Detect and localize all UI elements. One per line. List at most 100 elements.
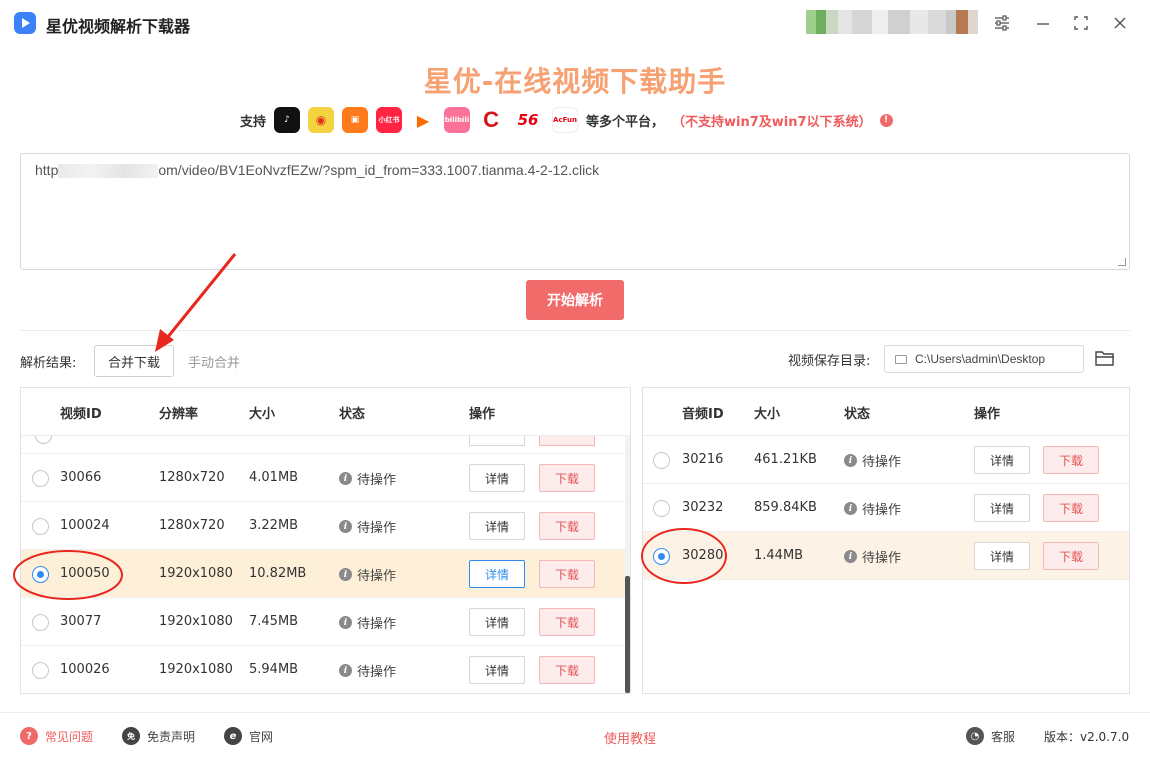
close-icon[interactable] [1107, 10, 1133, 36]
row-radio[interactable] [32, 662, 49, 679]
download-button[interactable]: 下载 [539, 464, 595, 492]
video-id: 100026 [60, 662, 110, 677]
tencent-video-icon: ▶ [410, 107, 437, 133]
status-text: 待操作 [357, 521, 397, 536]
video-id: 30066 [60, 470, 102, 485]
folder-icon [895, 354, 907, 364]
detail-button[interactable]: 详情 [469, 608, 525, 636]
info-icon: i [339, 472, 352, 485]
detail-button[interactable]: 详情 [469, 656, 525, 684]
download-button[interactable]: 下载 [539, 512, 595, 540]
table-row[interactable]: 30280 1.44MB i 待操作 详情 下载 [643, 532, 1129, 580]
file-size: 461.21KB [754, 452, 817, 467]
open-folder-icon[interactable] [1094, 348, 1116, 368]
col-actions: 操作 [974, 407, 1001, 422]
app-logo-icon [14, 12, 36, 34]
settings-sliders-icon[interactable] [989, 10, 1015, 36]
file-size: 3.22MB [249, 518, 299, 533]
maximize-icon[interactable] [1068, 10, 1094, 36]
info-icon: i [844, 550, 857, 563]
merge-download-button[interactable]: 合并下载 [94, 345, 174, 377]
download-button[interactable]: 下载 [1043, 446, 1099, 474]
status-text: 待操作 [862, 551, 902, 566]
row-radio[interactable] [32, 566, 49, 583]
download-button[interactable]: 下载 [539, 608, 595, 636]
question-icon: ? [20, 727, 38, 745]
row-radio[interactable] [653, 452, 670, 469]
detail-button[interactable]: 详情 [974, 494, 1030, 522]
file-size: 10.82MB [249, 566, 307, 581]
customer-service-link[interactable]: ◔ 客服 [966, 727, 1015, 745]
download-button[interactable]: 下载 [1043, 494, 1099, 522]
download-button[interactable]: 下载 [539, 656, 595, 684]
status-text: 待操作 [862, 503, 902, 518]
download-button[interactable]: 下载 [1043, 542, 1099, 570]
website-label: 官网 [249, 729, 274, 744]
col-video-id: 视频ID [60, 407, 102, 422]
table-row[interactable]: 100050 1920x1080 10.82MB i 待操作 详情 下载 [21, 550, 630, 598]
manual-merge-tab[interactable]: 手动合并 [188, 352, 240, 371]
resize-grip-icon[interactable] [1118, 258, 1126, 266]
status: i 待操作 [844, 547, 901, 566]
tutorial-link[interactable]: 使用教程 [604, 728, 656, 747]
service-label: 客服 [991, 729, 1016, 744]
footer-divider [0, 712, 1150, 713]
title-bar: 星优视频解析下载器 [0, 0, 1150, 46]
table-row[interactable]: 30216 461.21KB i 待操作 详情 下载 [643, 436, 1129, 484]
disclaimer-label: 免责声明 [147, 729, 196, 744]
app-title: 星优视频解析下载器 [46, 17, 191, 36]
table-row[interactable]: 100024 1280x720 3.22MB i 待操作 详情 下载 [21, 502, 630, 550]
detail-button[interactable]: 详情 [974, 446, 1030, 474]
detail-button[interactable]: 详情 [469, 464, 525, 492]
url-redacted [58, 164, 159, 179]
download-button[interactable]: 下载 [539, 560, 595, 588]
minimize-icon[interactable] [1030, 10, 1056, 36]
resolution: 1920x1080 [159, 662, 233, 677]
video-table-scrollbar[interactable] [625, 436, 630, 693]
row-radio[interactable] [32, 518, 49, 535]
user-avatar[interactable] [806, 10, 978, 34]
status: i 待操作 [339, 565, 396, 584]
info-icon: i [339, 520, 352, 533]
status: i 待操作 [844, 499, 901, 518]
file-size: 1.44MB [754, 548, 804, 563]
detail-button[interactable]: 详情 [469, 512, 525, 540]
status-text: 待操作 [357, 569, 397, 584]
start-parse-button[interactable]: 开始解析 [526, 280, 624, 320]
faq-link[interactable]: ? 常见问题 [20, 727, 93, 745]
info-icon[interactable]: ! [879, 113, 893, 127]
row-radio[interactable] [32, 614, 49, 631]
detail-button[interactable]: 详情 [974, 542, 1030, 570]
row-radio[interactable] [653, 500, 670, 517]
status-text: 待操作 [357, 473, 397, 488]
url-input[interactable]: http om/video/BV1EoNvzfEZw/?spm_id_from=3… [20, 153, 1130, 270]
page-headline: 星优-在线视频下载助手 [423, 65, 727, 98]
disclaimer-link[interactable]: 免 免责声明 [122, 727, 195, 745]
row-radio[interactable] [32, 470, 49, 487]
col-status: 状态 [339, 407, 366, 422]
save-dir-field[interactable]: C:\Users\admin\Desktop [884, 345, 1084, 373]
table-row[interactable]: 30066 1280x720 4.01MB i 待操作 详情 下载 [21, 454, 630, 502]
info-icon: i [844, 502, 857, 515]
table-row-partial [21, 436, 630, 454]
col-resolution: 分辨率 [159, 407, 199, 422]
more-platforms-label: 等多个平台， [586, 114, 665, 130]
resolution: 1280x720 [159, 518, 225, 533]
ie-browser-icon: e [224, 727, 242, 745]
col-audio-id: 音频ID [682, 407, 724, 422]
file-size: 4.01MB [249, 470, 299, 485]
faq-label: 常见问题 [45, 729, 94, 744]
divider [20, 330, 1130, 331]
results-label: 解析结果: [20, 356, 77, 371]
table-row[interactable]: 30232 859.84KB i 待操作 详情 下载 [643, 484, 1129, 532]
video-table-header: 视频ID 分辨率 大小 状态 操作 [21, 388, 630, 436]
row-radio[interactable] [653, 548, 670, 565]
status: i 待操作 [339, 517, 396, 536]
scroll-thumb[interactable] [625, 576, 630, 693]
website-link[interactable]: e 官网 [224, 727, 273, 745]
table-row[interactable]: 100026 1920x1080 5.94MB i 待操作 详情 下载 [21, 646, 630, 693]
file-size: 5.94MB [249, 662, 299, 677]
table-row[interactable]: 30077 1920x1080 7.45MB i 待操作 详情 下载 [21, 598, 630, 646]
detail-button[interactable]: 详情 [469, 560, 525, 588]
system-warning: （不支持win7及win7以下系统） [672, 114, 872, 130]
